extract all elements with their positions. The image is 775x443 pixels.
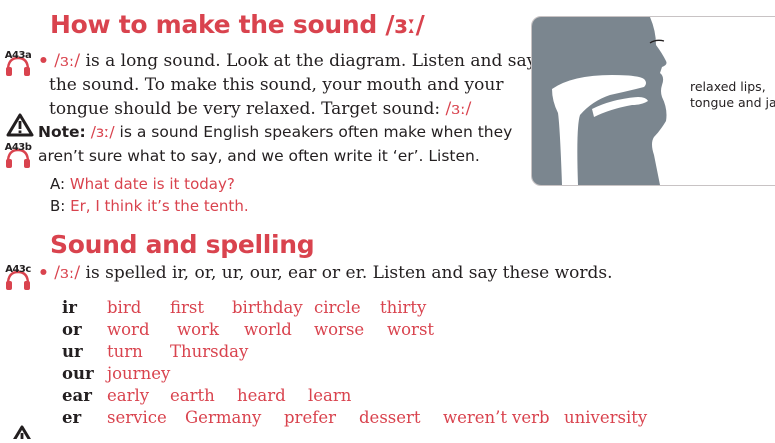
spelling-intro: • /ɜː/ is spelled ir, or, ur, our, ear o…: [38, 261, 613, 285]
speaker: B:: [50, 197, 66, 215]
section-title-how-to-make: How to make the sound /ɜː/: [50, 10, 425, 39]
word[interactable]: learn: [308, 385, 351, 407]
spelling-label: ear: [62, 386, 92, 405]
track-label: A43c: [5, 264, 31, 275]
bullet-dot-icon: •: [38, 51, 49, 71]
word[interactable]: Germany: [185, 407, 261, 429]
audio-track-a43c[interactable]: A43c: [4, 262, 32, 296]
word[interactable]: bird: [107, 297, 141, 319]
caption-line-1: relaxed lips,: [690, 79, 766, 94]
word-row-ir: ir bird first birthday circle thirty: [62, 297, 762, 319]
word[interactable]: worst: [387, 319, 434, 341]
audio-track-a43a[interactable]: A43a: [4, 48, 32, 82]
word[interactable]: journey: [107, 363, 170, 385]
word[interactable]: verb: [512, 407, 550, 429]
intro-text: is spelled ir, or, ur, our, ear or er. L…: [80, 263, 613, 283]
spelling-label: ur: [62, 342, 83, 361]
warning-triangle-icon: [8, 424, 36, 443]
word[interactable]: turn: [107, 341, 143, 363]
dialog-text: What date is it today?: [69, 175, 235, 193]
target-sound-symbol: /ɜː/: [445, 99, 472, 119]
word[interactable]: earth: [170, 385, 215, 407]
word-row-ear: ear early earth heard learn: [62, 385, 762, 407]
word[interactable]: early: [107, 385, 149, 407]
word[interactable]: heard: [237, 385, 286, 407]
word[interactable]: weren’t: [443, 407, 507, 429]
word-row-our: our journey: [62, 363, 762, 385]
word[interactable]: birthday: [232, 297, 303, 319]
spelling-label: or: [62, 320, 82, 339]
word[interactable]: first: [170, 297, 204, 319]
note-line-1: is a sound English speakers often make w…: [114, 123, 513, 141]
speaker: A:: [50, 175, 66, 193]
warning-triangle-icon: [6, 113, 34, 141]
word[interactable]: world: [244, 319, 292, 341]
word[interactable]: prefer: [284, 407, 336, 429]
spelling-label: er: [62, 408, 82, 427]
word[interactable]: work: [177, 319, 219, 341]
track-label: A43a: [4, 50, 32, 61]
word-row-ur: ur turn Thursday: [62, 341, 762, 363]
word[interactable]: circle: [314, 297, 361, 319]
diagram-caption: relaxed lips, tongue and jaw: [690, 79, 775, 111]
para-line-1: is a long sound. Look at the diagram. Li…: [80, 51, 537, 71]
caption-line-2: tongue and jaw: [690, 95, 775, 110]
phoneme-symbol: /ɜː/: [90, 123, 115, 141]
dialog-text: Er, I think it’s the tenth.: [70, 197, 249, 215]
note-paragraph: Note: /ɜː/ is a sound English speakers o…: [38, 120, 512, 168]
para-line-3: tongue should be very relaxed. Target so…: [49, 99, 446, 119]
word[interactable]: service: [107, 407, 167, 429]
word-row-er: er service Germany prefer dessert weren’…: [62, 407, 762, 429]
para-line-2: the sound. To make this sound, your mout…: [49, 75, 504, 95]
word[interactable]: worse: [314, 319, 364, 341]
word[interactable]: university: [564, 407, 647, 429]
dialog: A: What date is it today? B: Er, I think…: [50, 173, 249, 217]
dialog-line-a: A: What date is it today?: [50, 173, 249, 195]
phoneme-symbol: /ɜː/: [54, 51, 81, 71]
word[interactable]: dessert: [359, 407, 421, 429]
word[interactable]: thirty: [380, 297, 426, 319]
dialog-line-b: B: Er, I think it’s the tenth.: [50, 195, 249, 217]
paragraph-sound-intro: • /ɜː/ is a long sound. Look at the diag…: [38, 49, 536, 121]
bullet-dot-icon: •: [38, 263, 49, 283]
spelling-label: our: [62, 364, 94, 383]
word-row-or: or word work world worse worst: [62, 319, 762, 341]
track-label: A43b: [4, 142, 32, 153]
mouth-diagram: relaxed lips, tongue and jaw: [531, 16, 775, 186]
note-label: Note:: [38, 123, 86, 141]
section-title-sound-spelling: Sound and spelling: [50, 230, 315, 259]
word[interactable]: Thursday: [170, 341, 248, 363]
phoneme-symbol: /ɜː/: [54, 263, 81, 283]
spelling-word-table: ir bird first birthday circle thirty or …: [62, 297, 762, 429]
spelling-label: ir: [62, 298, 77, 317]
note-line-2: aren’t sure what to say, and we often wr…: [38, 147, 480, 165]
word[interactable]: word: [107, 319, 150, 341]
audio-track-a43b[interactable]: A43b: [4, 140, 32, 174]
